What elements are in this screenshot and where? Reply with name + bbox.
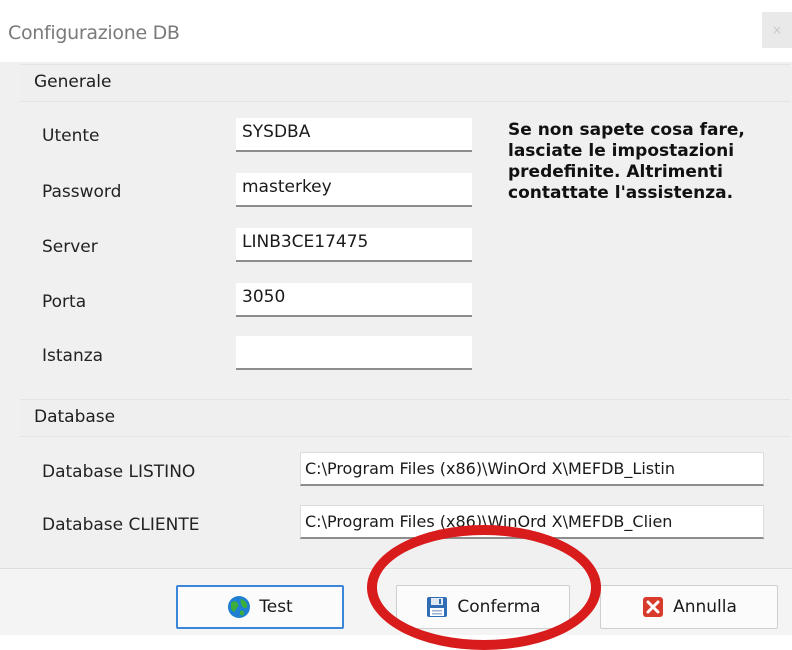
title-bar: Configurazione DB × [0, 0, 792, 62]
close-button[interactable]: × [762, 12, 792, 48]
istanza-label: Istanza [42, 346, 104, 366]
server-field[interactable]: LINB3CE17475 [236, 228, 472, 262]
server-label: Server [42, 237, 98, 257]
annulla-button-label: Annulla [673, 597, 737, 617]
porta-label: Porta [42, 292, 87, 312]
section-database-title: Database [34, 407, 116, 427]
annulla-button[interactable]: Annulla [600, 585, 778, 629]
test-button[interactable]: Test [176, 585, 344, 629]
test-button-label: Test [259, 597, 293, 617]
conferma-button[interactable]: Conferma [396, 585, 570, 629]
porta-field[interactable]: 3050 [236, 283, 472, 317]
section-generale-title: Generale [34, 72, 112, 92]
conferma-button-label: Conferma [457, 597, 541, 617]
database-listino-field[interactable]: C:\Program Files (x86)\WinOrd X\MEFDB_Li… [300, 452, 764, 486]
database-cliente-field[interactable]: C:\Program Files (x86)\WinOrd X\MEFDB_Cl… [300, 505, 764, 539]
password-field[interactable]: masterkey [236, 173, 472, 207]
config-db-dialog: Configurazione DB × Generale Utente SYSD… [0, 0, 792, 650]
floppy-disk-icon [425, 595, 449, 619]
help-note: Se non sapete cosa fare, lasciate le imp… [508, 120, 745, 203]
istanza-field[interactable] [236, 336, 472, 370]
utente-field[interactable]: SYSDBA [236, 118, 472, 152]
password-label: Password [42, 182, 122, 202]
globe-icon [227, 595, 251, 619]
red-x-icon [641, 595, 665, 619]
utente-label: Utente [42, 126, 100, 146]
database-cliente-label: Database CLIENTE [42, 515, 200, 535]
section-database-header: Database [20, 399, 790, 437]
button-bar: Test Conferma Annulla [0, 569, 792, 635]
database-listino-label: Database LISTINO [42, 462, 196, 482]
window-title: Configurazione DB [8, 22, 180, 44]
section-generale-header: Generale [20, 64, 790, 102]
